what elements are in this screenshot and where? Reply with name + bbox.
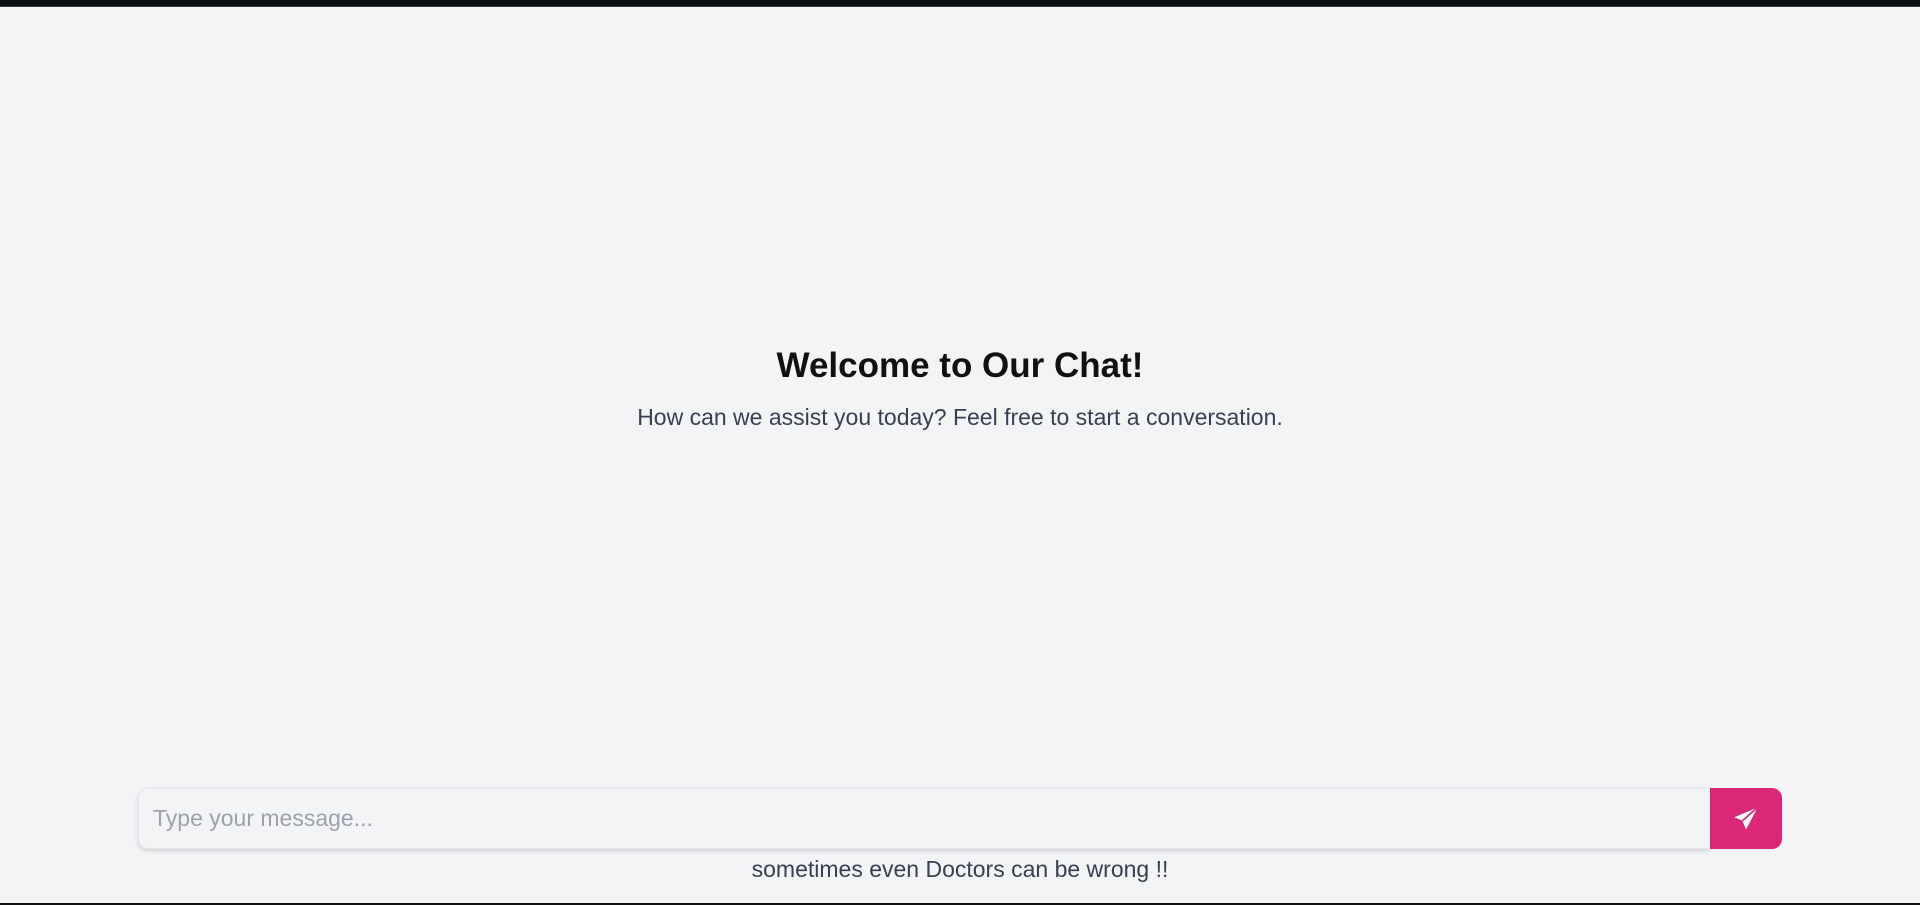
- send-button[interactable]: [1710, 788, 1782, 849]
- top-window-strip: [0, 0, 1920, 7]
- welcome-title: Welcome to Our Chat!: [776, 346, 1144, 385]
- message-input[interactable]: [138, 788, 1710, 849]
- welcome-section: Welcome to Our Chat! How can we assist y…: [0, 344, 1920, 432]
- welcome-subtitle: How can we assist you today? Feel free t…: [637, 404, 1283, 430]
- chat-disclaimer: sometimes even Doctors can be wrong !!: [751, 856, 1169, 882]
- paper-plane-icon: [1732, 805, 1760, 833]
- message-composer: [138, 788, 1782, 849]
